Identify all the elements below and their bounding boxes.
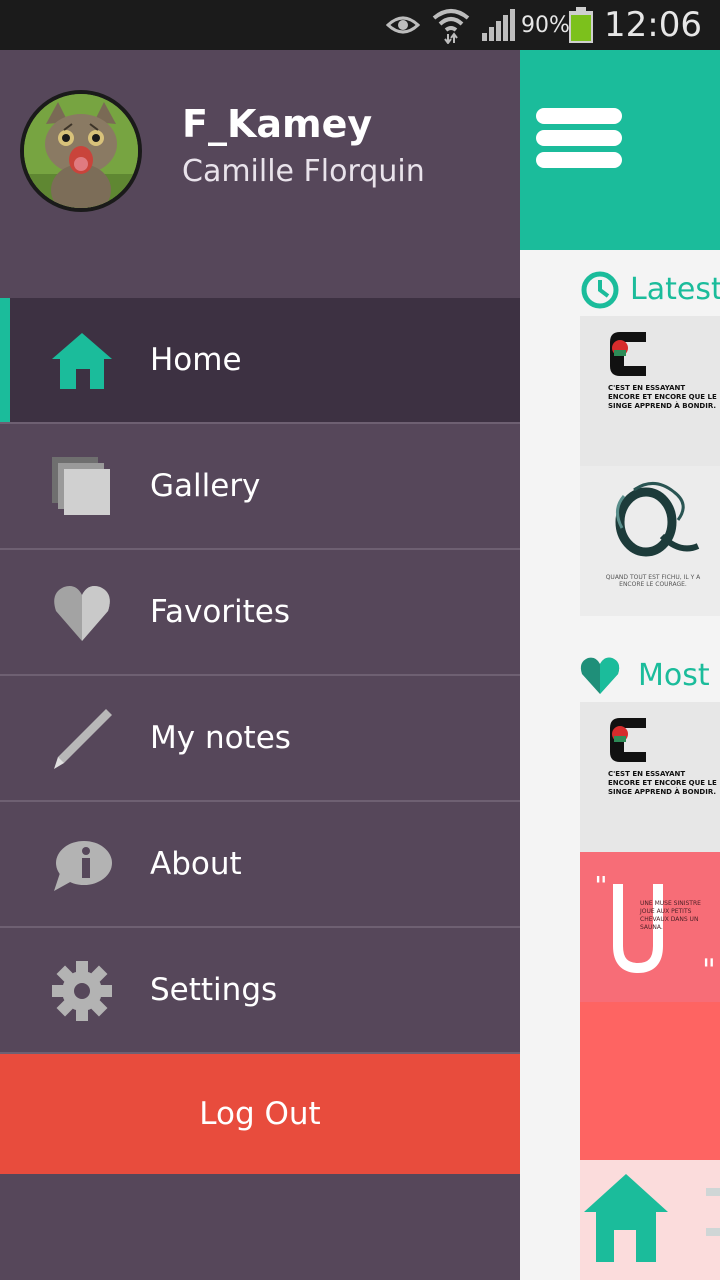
menu-icon[interactable] (536, 106, 624, 170)
eye-icon (386, 0, 420, 50)
drawer-nav: Home Gallery Favorites My notes About Se… (0, 298, 520, 1054)
info-icon (50, 833, 114, 897)
cat-avatar-image (24, 94, 138, 208)
pencil-icon (50, 707, 114, 771)
app-toolbar (520, 50, 720, 250)
most-section-title: Most (638, 658, 710, 693)
drawer-item-label: Favorites (150, 594, 291, 630)
gear-icon (50, 959, 114, 1023)
heart-icon (578, 654, 622, 698)
letter-c-art (610, 332, 646, 376)
drawer-item-about[interactable]: About (0, 802, 520, 928)
drawer-item-favorites[interactable]: Favorites (0, 550, 520, 676)
card-quote: C'EST EN ESSAYANT ENCORE ET ENCORE QUE L… (608, 770, 717, 796)
drawer-item-my-notes[interactable]: My notes (0, 676, 520, 802)
drawer-item-label: Gallery (150, 468, 261, 504)
card-caption: QUAND TOUT EST FICHU, IL Y A ENCORE LE C… (605, 574, 701, 588)
clock-icon (580, 270, 620, 310)
drawer-item-gallery[interactable]: Gallery (0, 424, 520, 550)
card-caption: UNE MUSE SINISTRE JOUE AUX PETITS CHEVAU… (640, 900, 701, 931)
gallery-card[interactable]: QUAND TOUT EST FICHU, IL Y A ENCORE LE C… (580, 466, 720, 616)
gallery-icon (50, 455, 114, 519)
drawer-item-label: My notes (150, 720, 291, 756)
drawer-item-home[interactable]: Home (0, 298, 520, 424)
logout-button[interactable]: Log Out (0, 1054, 520, 1174)
home-art (584, 1174, 720, 1262)
gallery-card[interactable]: " " UNE MUSE SINISTRE JOUE AUX PETITS CH… (580, 852, 720, 1002)
battery-percent: 90% (521, 12, 570, 38)
heart-icon (50, 581, 114, 645)
status-bar: 90% 12:06 (0, 0, 720, 50)
svg-text:": " (702, 953, 716, 986)
letter-c-art (610, 718, 646, 762)
svg-text:": " (594, 876, 608, 904)
main-content: Latest C'EST EN ESSAYANT ENCORE ET ENCOR… (520, 50, 720, 1280)
drawer-item-label: Settings (150, 972, 278, 1008)
avatar[interactable] (20, 90, 142, 212)
signal-icon (482, 0, 518, 50)
drawer-item-settings[interactable]: Settings (0, 928, 520, 1054)
navigation-drawer: F_Kamey Camille Florquin Home Gallery Fa… (0, 50, 520, 1280)
gallery-card[interactable] (580, 1160, 720, 1280)
card-quote: C'EST EN ESSAYANT ENCORE ET ENCORE QUE L… (608, 384, 717, 410)
gallery-card[interactable]: C'EST EN ESSAYANT ENCORE ET ENCORE QUE L… (580, 702, 720, 852)
profile-full-name: Camille Florquin (182, 154, 425, 189)
drawer-item-label: Home (150, 342, 242, 378)
drawer-item-label: About (150, 846, 242, 882)
logout-label: Log Out (199, 1096, 321, 1132)
gallery-card[interactable]: C'EST EN ESSAYANT ENCORE ET ENCORE QUE L… (580, 316, 720, 466)
profile-header[interactable]: F_Kamey Camille Florquin (0, 50, 520, 298)
profile-username: F_Kamey (182, 102, 373, 146)
home-icon (50, 329, 114, 393)
battery-icon (568, 0, 594, 50)
letter-q-art (615, 482, 700, 557)
gallery-card[interactable] (580, 1002, 720, 1160)
clock: 12:06 (604, 5, 702, 45)
latest-section-title: Latest (630, 272, 720, 307)
wifi-icon (432, 0, 470, 50)
